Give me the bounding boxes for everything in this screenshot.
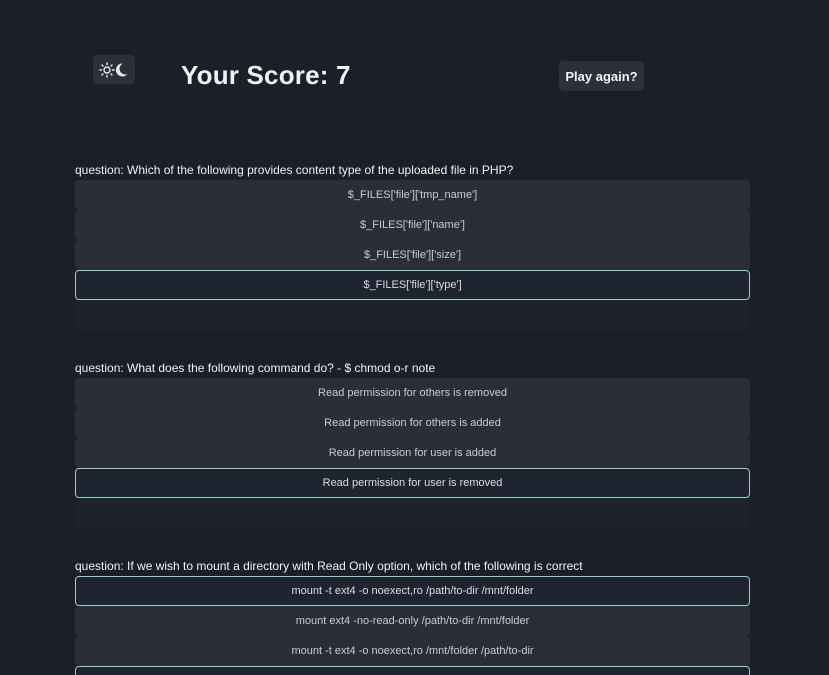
quiz-results-page: Your Score: 7 Play again? question: Whic… [0,0,829,675]
question-text: question: What does the following comman… [75,361,436,375]
question-card-footer [75,498,750,528]
answer-option[interactable]: mount ext4 -no-read-only /path/to-dir /m… [75,606,750,636]
answer-option[interactable]: $_FILES['file']['name'] [75,210,750,240]
question-card: question: If we wish to mount a director… [75,558,750,675]
question-card-footer [75,300,750,330]
answer-option[interactable]: Read permission for user is added [75,438,750,468]
question-card: question: Which of the following provide… [75,162,750,330]
theme-toggle-button[interactable] [93,55,135,84]
question-text: question: Which of the following provide… [75,163,514,177]
answer-option-selected[interactable]: $_FILES['file']['type'] [75,270,750,300]
answer-option[interactable]: Read permission for others is added [75,408,750,438]
answer-option[interactable]: mount -t ext4 -o noexect,ro /mnt/folder … [75,636,750,666]
score-heading: Your Score: 7 [181,60,351,90]
answer-option-selected[interactable]: mount -t ext4 -o noexect,ro /path/to-dir… [75,576,750,606]
answer-option-selected[interactable]: Read permission for user is removed [75,468,750,498]
play-again-button[interactable]: Play again? [559,61,644,91]
sun-moon-icon [99,61,129,79]
answer-option[interactable]: $_FILES['file']['tmp_name'] [75,180,750,210]
answer-option[interactable]: $_FILES['file']['size'] [75,240,750,270]
question-card: question: What does the following comman… [75,360,750,528]
answer-option-selected[interactable] [75,666,750,675]
question-text: question: If we wish to mount a director… [75,559,583,573]
answer-option[interactable]: Read permission for others is removed [75,378,750,408]
